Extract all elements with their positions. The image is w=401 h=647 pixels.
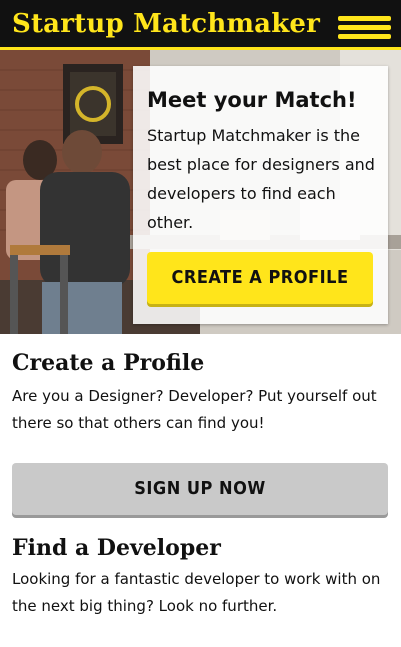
sign-up-now-button[interactable]: SIGN UP NOW <box>12 463 388 515</box>
hero-description: Startup Matchmaker is the best place for… <box>147 126 375 232</box>
find-developer-description: Looking for a fantastic developer to wor… <box>12 570 381 615</box>
hero-section: Meet your Match! Startup Matchmaker is t… <box>0 50 401 334</box>
hamburger-menu-icon[interactable] <box>338 16 391 44</box>
create-profile-button[interactable]: CREATE A PROFILE <box>147 252 373 304</box>
create-profile-heading: Create a Profile <box>12 350 205 376</box>
brand-title[interactable]: Startup Matchmaker <box>12 7 320 41</box>
hero-title: Meet your Match! <box>147 88 357 112</box>
top-nav-bar: Startup Matchmaker <box>0 0 401 50</box>
app-page: Startup Matchmaker Meet your Match! Star… <box>0 0 401 647</box>
create-profile-description: Are you a Designer? Developer? Put yours… <box>12 387 377 432</box>
hero-card: Meet your Match! Startup Matchmaker is t… <box>133 66 388 324</box>
find-developer-heading: Find a Developer <box>12 535 221 561</box>
